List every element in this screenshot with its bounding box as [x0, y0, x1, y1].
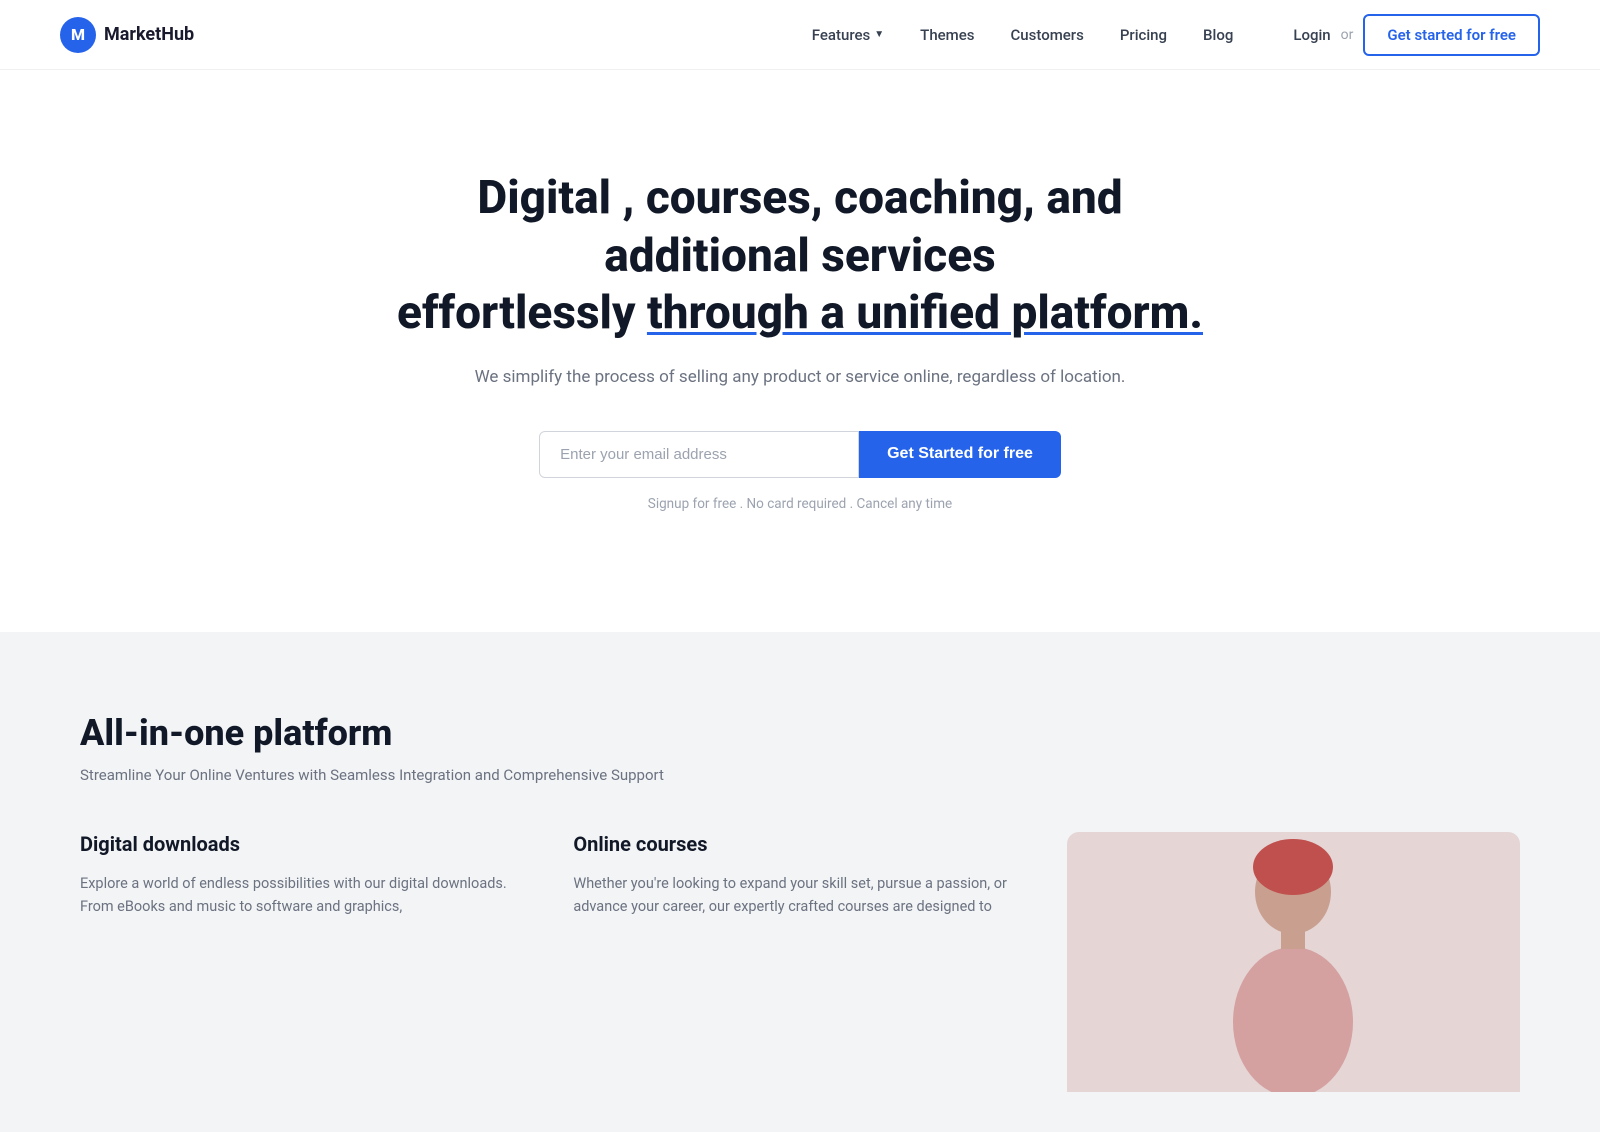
features-grid: Digital downloads Explore a world of end…: [80, 832, 1520, 1092]
hero-section: Digital , courses, coaching, and additio…: [0, 70, 1600, 632]
feature-image-col: [1067, 832, 1520, 1092]
nav-item-pricing[interactable]: Pricing: [1120, 26, 1167, 44]
email-input[interactable]: [539, 431, 859, 478]
logo-icon: M: [60, 17, 96, 53]
hero-title: Digital , courses, coaching, and additio…: [370, 170, 1230, 343]
features-title: All-in-one platform: [80, 712, 1520, 754]
person-illustration: [1193, 832, 1393, 1092]
nav-item-blog[interactable]: Blog: [1203, 26, 1233, 44]
brand-name: MarketHub: [104, 24, 194, 45]
logo-link[interactable]: M MarketHub: [60, 17, 194, 53]
feature-card-digital-downloads: Digital downloads Explore a world of end…: [80, 832, 533, 1092]
nav-links: Features ▼ Themes Customers Pricing Blog: [812, 25, 1234, 44]
chevron-down-icon: ▼: [874, 29, 884, 40]
hero-title-line1: Digital , courses, coaching, and additio…: [477, 171, 1122, 283]
nav-item-features[interactable]: Features ▼: [812, 26, 884, 44]
hero-fine-print: Signup for free . No card required . Can…: [60, 496, 1540, 512]
login-link[interactable]: Login: [1293, 26, 1330, 44]
feature-card-online-courses: Online courses Whether you're looking to…: [573, 832, 1026, 1092]
nav-item-themes[interactable]: Themes: [920, 26, 974, 44]
navbar: M MarketHub Features ▼ Themes Customers …: [0, 0, 1600, 70]
feature-title-1: Online courses: [573, 832, 1026, 856]
nav-or-label: or: [1341, 27, 1354, 43]
nav-item-customers[interactable]: Customers: [1011, 26, 1084, 44]
hero-title-line2-underlined: through a unified platform.: [647, 286, 1203, 340]
nav-auth: Login or Get started for free: [1293, 14, 1540, 56]
hero-form: Get Started for free: [60, 431, 1540, 478]
feature-text-0: Explore a world of endless possibilities…: [80, 872, 533, 920]
hero-cta-button[interactable]: Get Started for free: [859, 431, 1061, 478]
hero-subtitle: We simplify the process of selling any p…: [60, 367, 1540, 387]
features-section: All-in-one platform Streamline Your Onli…: [0, 632, 1600, 1132]
feature-text-1: Whether you're looking to expand your sk…: [573, 872, 1026, 920]
logo-letter: M: [71, 25, 85, 44]
features-subtitle: Streamline Your Online Ventures with Sea…: [80, 766, 1520, 784]
hero-title-line2-plain: effortlessly: [397, 286, 647, 340]
feature-title-0: Digital downloads: [80, 832, 533, 856]
nav-cta-button[interactable]: Get started for free: [1363, 14, 1540, 56]
